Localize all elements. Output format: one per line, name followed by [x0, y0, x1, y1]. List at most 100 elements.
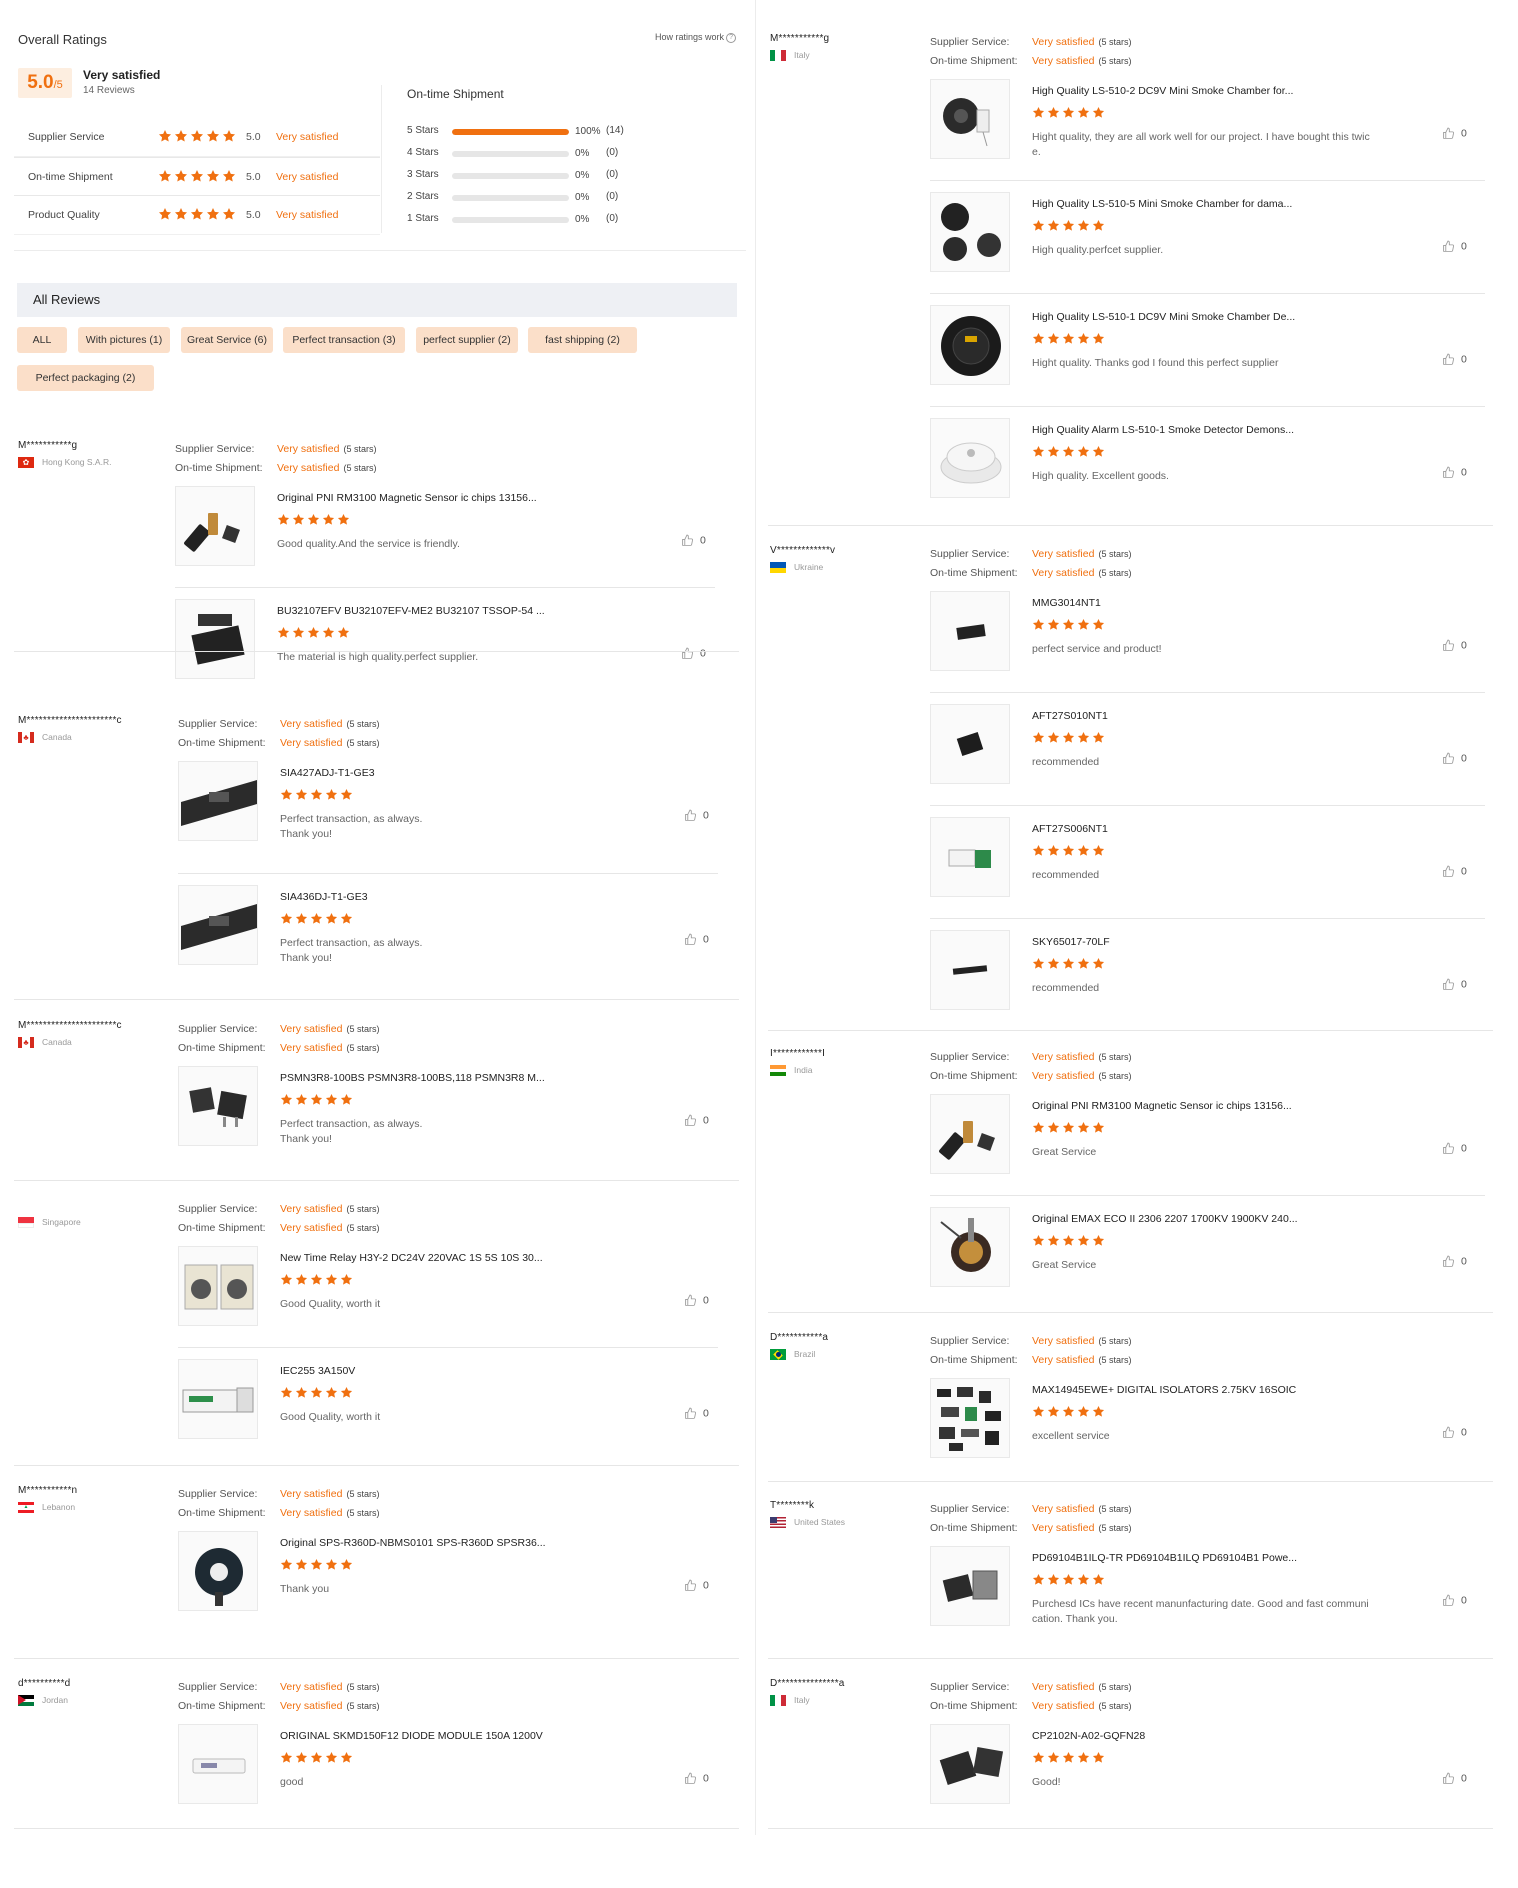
product-title[interactable]: MMG3014NT1	[1032, 597, 1101, 609]
product-image[interactable]	[930, 817, 1010, 897]
thumbs-up-icon[interactable]	[1442, 865, 1455, 878]
thumbs-up-icon[interactable]	[681, 534, 694, 547]
like-button[interactable]: 0	[1442, 978, 1467, 991]
product-image[interactable]	[930, 79, 1010, 159]
thumbs-up-icon[interactable]	[1442, 1772, 1455, 1785]
product-title[interactable]: BU32107EFV BU32107EFV-ME2 BU32107 TSSOP-…	[277, 605, 545, 617]
like-button[interactable]: 0	[1442, 127, 1467, 140]
thumbs-up-icon[interactable]	[1442, 1594, 1455, 1607]
product-image[interactable]	[930, 1207, 1010, 1287]
product-title[interactable]: PD69104B1ILQ-TR PD69104B1ILQ PD69104B1 P…	[1032, 1552, 1297, 1564]
thumbs-up-icon[interactable]	[1442, 639, 1455, 652]
thumbs-up-icon[interactable]	[681, 647, 694, 660]
thumbs-up-icon[interactable]	[1442, 1426, 1455, 1439]
product-title[interactable]: SIA436DJ-T1-GE3	[280, 891, 368, 903]
like-button[interactable]: 0	[1442, 1142, 1467, 1155]
help-icon[interactable]: ?	[726, 32, 737, 43]
product-title[interactable]: New Time Relay H3Y-2 DC24V 220VAC 1S 5S …	[280, 1252, 543, 1264]
rating-row[interactable]: On-time Shipment 5.0 Very satisfied	[14, 157, 380, 196]
filter-chip[interactable]: Perfect packaging (2)	[17, 365, 154, 391]
thumbs-up-icon[interactable]	[1442, 978, 1455, 991]
product-image[interactable]	[178, 761, 258, 841]
like-button[interactable]: 0	[1442, 752, 1467, 765]
product-title[interactable]: Original SPS-R360D-NBMS0101 SPS-R360D SP…	[280, 1537, 546, 1549]
like-button[interactable]: 0	[684, 809, 709, 822]
like-button[interactable]: 0	[1442, 865, 1467, 878]
product-title[interactable]: SKY65017-70LF	[1032, 936, 1110, 948]
product-title[interactable]: High Quality Alarm LS-510-1 Smoke Detect…	[1032, 424, 1294, 436]
thumbs-up-icon[interactable]	[684, 809, 697, 822]
product-title[interactable]: High Quality LS-510-1 DC9V Mini Smoke Ch…	[1032, 311, 1295, 323]
how-ratings-work-link[interactable]: How ratings work?	[655, 32, 737, 43]
rating-row[interactable]: Supplier Service 5.0 Very satisfied	[14, 118, 380, 157]
thumbs-up-icon[interactable]	[684, 1579, 697, 1592]
thumbs-up-icon[interactable]	[1442, 240, 1455, 253]
thumbs-up-icon[interactable]	[684, 1114, 697, 1127]
like-button[interactable]: 0	[684, 933, 709, 946]
product-title[interactable]: MAX14945EWE+ DIGITAL ISOLATORS 2.75KV 16…	[1032, 1384, 1296, 1396]
product-image[interactable]	[930, 1724, 1010, 1804]
like-button[interactable]: 0	[684, 1407, 709, 1420]
product-image[interactable]	[930, 591, 1010, 671]
product-image[interactable]	[178, 1724, 258, 1804]
product-image[interactable]	[175, 486, 255, 566]
product-title[interactable]: CP2102N-A02-GQFN28	[1032, 1730, 1145, 1742]
like-button[interactable]: 0	[1442, 1255, 1467, 1268]
product-title[interactable]: ORIGINAL SKMD150F12 DIODE MODULE 150A 12…	[280, 1730, 543, 1742]
filter-chip[interactable]: With pictures (1)	[78, 327, 170, 353]
product-image[interactable]	[178, 885, 258, 965]
thumbs-up-icon[interactable]	[1442, 127, 1455, 140]
filter-chip[interactable]: Great Service (6)	[181, 327, 273, 353]
thumbs-up-icon[interactable]	[684, 1407, 697, 1420]
like-button[interactable]: 0	[684, 1772, 709, 1785]
how-ratings-work-label[interactable]: How ratings work	[655, 32, 724, 42]
like-button[interactable]: 0	[1442, 1594, 1467, 1607]
product-image[interactable]	[930, 305, 1010, 385]
product-image[interactable]	[930, 418, 1010, 498]
product-title[interactable]: Original PNI RM3100 Magnetic Sensor ic c…	[277, 492, 537, 504]
like-button[interactable]: 0	[681, 534, 706, 547]
like-button[interactable]: 0	[684, 1114, 709, 1127]
filter-chip[interactable]: ALL	[17, 327, 67, 353]
product-title[interactable]: AFT27S010NT1	[1032, 710, 1108, 722]
product-image[interactable]	[175, 599, 255, 679]
product-title[interactable]: AFT27S006NT1	[1032, 823, 1108, 835]
like-button[interactable]: 0	[1442, 639, 1467, 652]
thumbs-up-icon[interactable]	[684, 1772, 697, 1785]
product-title[interactable]: SIA427ADJ-T1-GE3	[280, 767, 375, 779]
like-button[interactable]: 0	[1442, 466, 1467, 479]
thumbs-up-icon[interactable]	[1442, 1255, 1455, 1268]
thumbs-up-icon[interactable]	[1442, 1142, 1455, 1155]
like-button[interactable]: 0	[1442, 1426, 1467, 1439]
thumbs-up-icon[interactable]	[1442, 353, 1455, 366]
rating-row[interactable]: Product Quality 5.0 Very satisfied	[14, 196, 380, 235]
like-button[interactable]: 0	[681, 647, 706, 660]
product-title[interactable]: Original PNI RM3100 Magnetic Sensor ic c…	[1032, 1100, 1292, 1112]
product-title[interactable]: Original EMAX ECO II 2306 2207 1700KV 19…	[1032, 1213, 1298, 1225]
product-image[interactable]	[930, 192, 1010, 272]
filter-chip[interactable]: fast shipping (2)	[528, 327, 637, 353]
like-button[interactable]: 0	[1442, 1772, 1467, 1785]
product-image[interactable]	[930, 1546, 1010, 1626]
like-button[interactable]: 0	[1442, 353, 1467, 366]
product-image[interactable]	[178, 1066, 258, 1146]
product-title[interactable]: High Quality LS-510-5 Mini Smoke Chamber…	[1032, 198, 1292, 210]
thumbs-up-icon[interactable]	[1442, 466, 1455, 479]
thumbs-up-icon[interactable]	[684, 933, 697, 946]
product-title[interactable]: High Quality LS-510-2 DC9V Mini Smoke Ch…	[1032, 85, 1293, 97]
product-image[interactable]	[930, 1378, 1010, 1458]
thumbs-up-icon[interactable]	[684, 1294, 697, 1307]
filter-chip[interactable]: Perfect transaction (3)	[283, 327, 405, 353]
product-image[interactable]	[178, 1246, 258, 1326]
product-image[interactable]	[178, 1359, 258, 1439]
like-button[interactable]: 0	[684, 1294, 709, 1307]
product-title[interactable]: PSMN3R8-100BS PSMN3R8-100BS,118 PSMN3R8 …	[280, 1072, 545, 1084]
like-button[interactable]: 0	[684, 1579, 709, 1592]
product-image[interactable]	[930, 1094, 1010, 1174]
product-image[interactable]	[178, 1531, 258, 1611]
product-image[interactable]	[930, 930, 1010, 1010]
product-image[interactable]	[930, 704, 1010, 784]
product-title[interactable]: IEC255 3A150V	[280, 1365, 355, 1377]
filter-chip[interactable]: perfect supplier (2)	[416, 327, 518, 353]
like-button[interactable]: 0	[1442, 240, 1467, 253]
